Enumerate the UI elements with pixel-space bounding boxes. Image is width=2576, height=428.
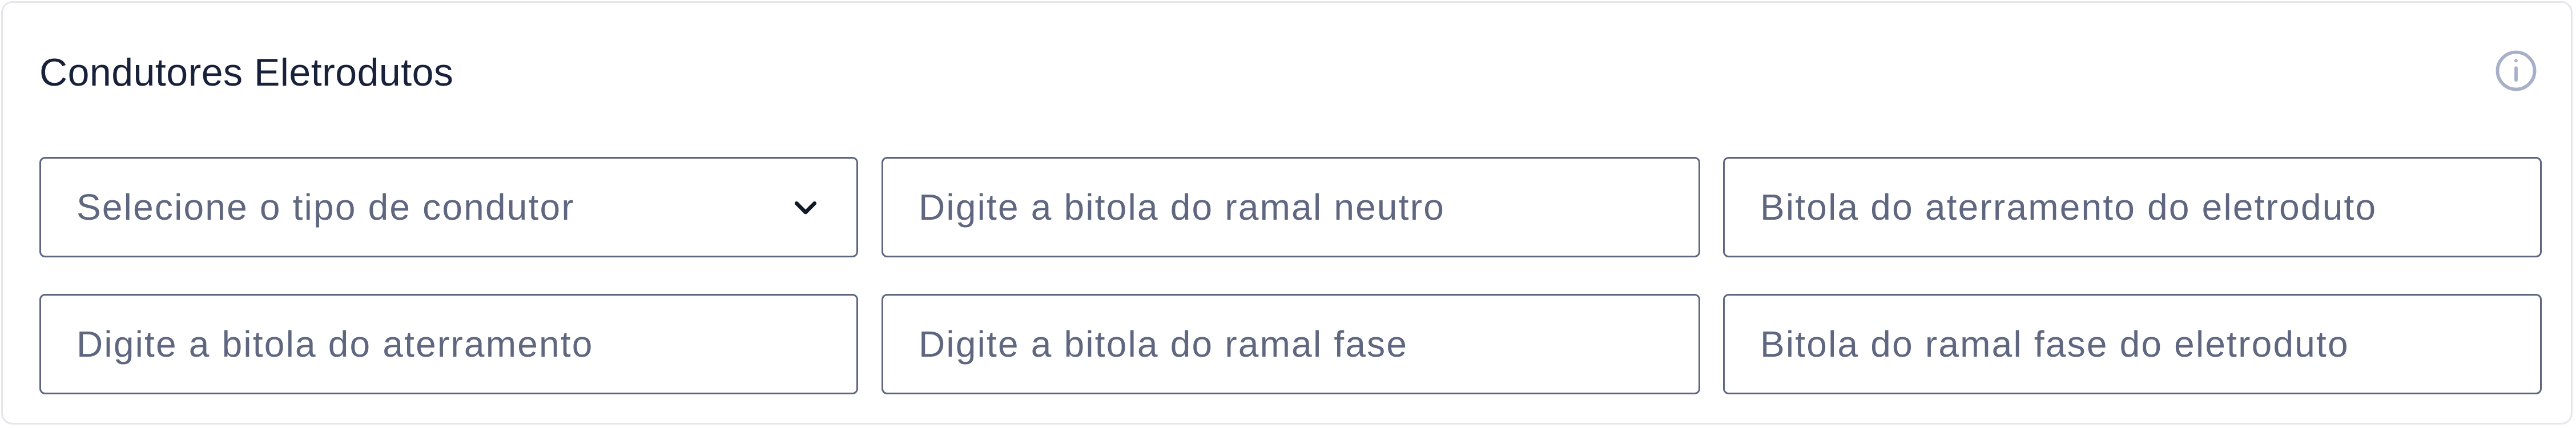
neutral-branch-gauge-input[interactable] <box>919 186 1663 228</box>
grounding-gauge-field <box>39 294 858 394</box>
conduit-grounding-gauge-input[interactable] <box>1760 186 2505 228</box>
chevron-down-icon[interactable] <box>790 192 821 223</box>
conductor-type-selected-value: Selecione o tipo de condutor <box>77 187 575 228</box>
conduit-phase-branch-gauge-input[interactable] <box>1760 323 2505 365</box>
grounding-gauge-input[interactable] <box>77 323 821 365</box>
phase-branch-gauge-input[interactable] <box>919 323 1663 365</box>
info-circle-icon[interactable] <box>2494 49 2538 93</box>
conduit-phase-branch-gauge-field <box>1723 294 2542 394</box>
phase-branch-gauge-field <box>882 294 1700 394</box>
section-title: Condutores Eletrodutos <box>39 51 454 94</box>
neutral-branch-gauge-field <box>882 157 1700 257</box>
conduit-grounding-gauge-field <box>1723 157 2542 257</box>
conductor-type-select[interactable]: Selecione o tipo de condutor <box>39 157 858 257</box>
conductors-conduits-card: Condutores Eletrodutos Selecione o tipo … <box>1 1 2573 425</box>
